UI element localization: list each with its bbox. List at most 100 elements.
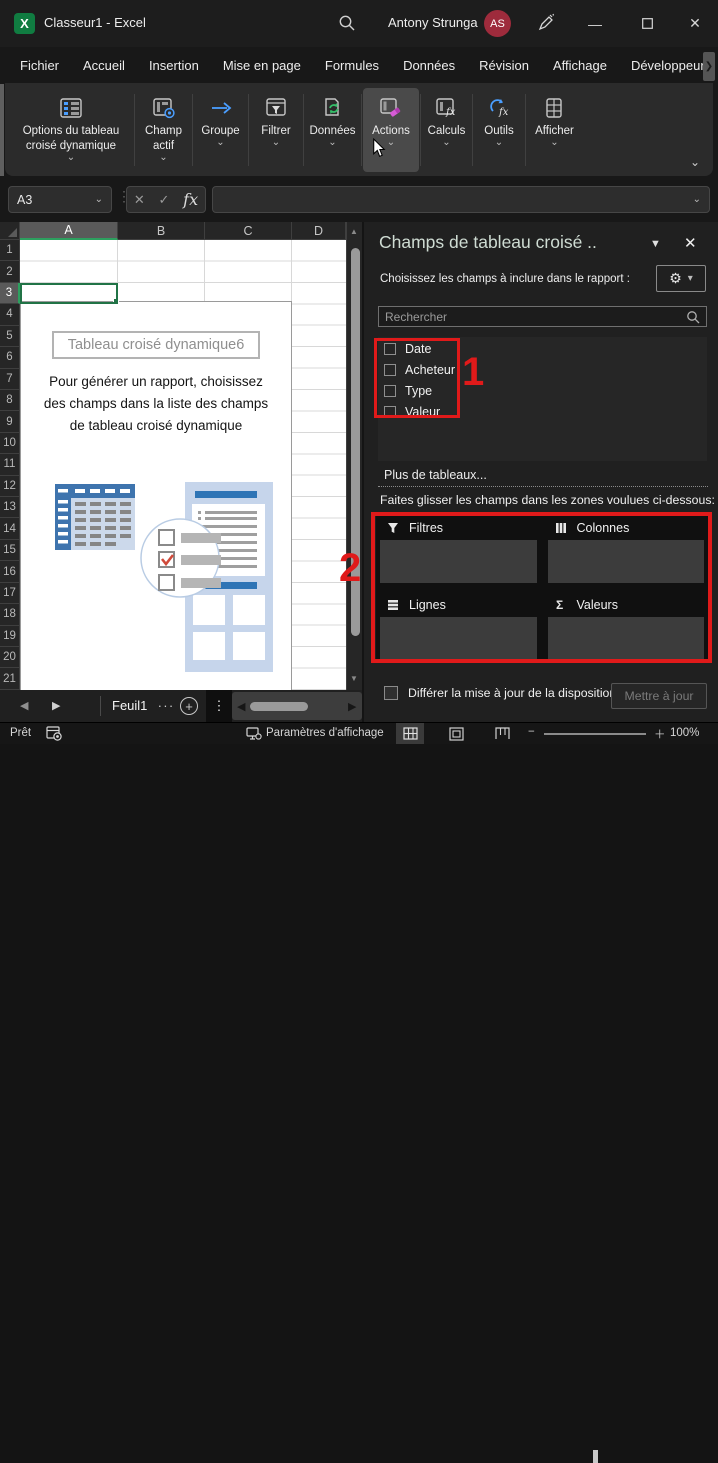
user-name[interactable]: Antony Strunga xyxy=(388,15,478,30)
zoom-slider-track[interactable] xyxy=(544,733,646,735)
column-header-b[interactable]: B xyxy=(118,222,205,240)
row-header-14[interactable]: 14 xyxy=(0,518,20,539)
row-header-5[interactable]: 5 xyxy=(0,326,20,347)
scroll-right-icon[interactable]: ▶ xyxy=(348,700,356,713)
ribbon-group-separator xyxy=(420,94,421,166)
zoom-out-icon[interactable]: − xyxy=(528,726,535,738)
ribbon-tab-fichier[interactable]: Fichier xyxy=(8,52,71,78)
ribbon-group-separator xyxy=(192,94,193,166)
row-header-20[interactable]: 20 xyxy=(0,647,20,668)
row-header-13[interactable]: 13 xyxy=(0,497,20,518)
cancel-icon[interactable]: ✕ xyxy=(134,192,145,208)
row-header-17[interactable]: 17 xyxy=(0,583,20,604)
drag-zones-label: Faites glisser les champs dans les zones… xyxy=(380,493,715,507)
row-header-10[interactable]: 10 xyxy=(0,433,20,454)
row-header-8[interactable]: 8 xyxy=(0,390,20,411)
search-input[interactable]: Rechercher xyxy=(378,306,707,327)
ribbon-tab-mise-en-page[interactable]: Mise en page xyxy=(211,52,313,78)
vertical-scrollbar[interactable]: ▲ ▼ xyxy=(346,222,362,690)
close-button[interactable]: ✕ xyxy=(672,0,718,47)
selected-cell-a3[interactable] xyxy=(20,283,118,305)
ribbon-tab-insertion[interactable]: Insertion xyxy=(137,52,211,78)
horizontal-scrollbar[interactable]: ◀ ▶ xyxy=(232,692,362,720)
ribbon-tab-formules[interactable]: Formules xyxy=(313,52,391,78)
column-header-d[interactable]: D xyxy=(292,222,346,240)
add-sheet-icon[interactable]: + xyxy=(180,697,198,715)
ribbon-tab-revision[interactable]: Révision xyxy=(467,52,541,78)
ribbon-button-actions[interactable]: Actions⌄ xyxy=(363,88,419,172)
row-header-19[interactable]: 19 xyxy=(0,626,20,647)
zoom-slider-handle[interactable] xyxy=(593,1450,598,1463)
ribbon-button-filtrer[interactable]: Filtrer⌄ xyxy=(250,88,302,172)
divider xyxy=(100,696,101,716)
normal-view-icon[interactable] xyxy=(396,723,424,744)
ribbon-tab-developpeur[interactable]: Développeur xyxy=(619,52,717,78)
cell-grid[interactable]: Tableau croisé dynamique6 Pour générer u… xyxy=(20,240,346,690)
kebab-menu-icon[interactable]: ⋮ xyxy=(206,690,232,722)
select-all-corner[interactable] xyxy=(0,222,20,240)
pen-inking-icon[interactable] xyxy=(536,13,556,33)
scroll-up-icon[interactable]: ▲ xyxy=(350,227,360,236)
macro-record-icon[interactable] xyxy=(46,726,62,741)
ribbon-button-options-du-tableau-croise-dynamique[interactable]: Options du tableaucroisé dynamique⌄ xyxy=(9,88,133,172)
column-headers: ABCD xyxy=(20,222,346,240)
ribbon-button-donnees[interactable]: Données⌄ xyxy=(305,88,360,172)
maximize-button[interactable] xyxy=(624,0,670,47)
row-header-12[interactable]: 12 xyxy=(0,476,20,497)
ribbon-tab-accueil[interactable]: Accueil xyxy=(71,52,137,78)
row-header-7[interactable]: 7 xyxy=(0,369,20,390)
insert-function-icon[interactable]: fx xyxy=(183,190,198,209)
page-layout-view-icon[interactable] xyxy=(442,723,470,744)
row-header-15[interactable]: 15 xyxy=(0,540,20,561)
more-tables-link[interactable]: Plus de tableaux... xyxy=(384,468,487,482)
column-header-c[interactable]: C xyxy=(205,222,292,240)
row-header-3[interactable]: 3 xyxy=(0,283,20,304)
tools-gear-button[interactable]: ⚙▾ xyxy=(656,265,706,292)
next-sheet-icon[interactable]: ▶ xyxy=(52,699,60,712)
zoom-in-icon[interactable]: ＋ xyxy=(654,726,666,742)
ribbon-button-outils[interactable]: fxOutils⌄ xyxy=(474,88,524,172)
tab-scroll-chevron[interactable]: ❯ xyxy=(703,52,715,81)
row-header-1[interactable]: 1 xyxy=(0,240,20,261)
minimize-button[interactable]: — xyxy=(572,0,618,47)
page-break-view-icon[interactable] xyxy=(488,723,516,744)
ribbon-button-calculs[interactable]: fxCalculs⌄ xyxy=(422,88,471,172)
avatar[interactable]: AS xyxy=(484,10,511,37)
pane-options-chevron-icon[interactable]: ▼ xyxy=(650,238,661,250)
row-header-16[interactable]: 16 xyxy=(0,561,20,582)
row-header-18[interactable]: 18 xyxy=(0,604,20,625)
update-button[interactable]: Mettre à jour xyxy=(611,683,707,709)
search-icon[interactable] xyxy=(338,14,356,32)
window-title: Classeur1 - Excel xyxy=(44,15,146,30)
horizontal-scrollbar-thumb[interactable] xyxy=(250,702,308,711)
scroll-down-icon[interactable]: ▼ xyxy=(350,674,360,683)
ribbon-tab-donnees[interactable]: Données xyxy=(391,52,467,78)
scroll-left-icon[interactable]: ◀ xyxy=(237,700,245,713)
pivottable-placeholder: Tableau croisé dynamique6 Pour générer u… xyxy=(20,301,292,696)
row-header-4[interactable]: 4 xyxy=(0,304,20,325)
row-header-9[interactable]: 9 xyxy=(0,411,20,432)
ribbon-button-groupe[interactable]: Groupe⌄ xyxy=(194,88,247,172)
enter-icon[interactable]: ✓ xyxy=(159,192,170,208)
row-header-6[interactable]: 6 xyxy=(0,347,20,368)
zoom-level[interactable]: 100% xyxy=(670,727,699,739)
name-box[interactable]: A3 ⌄ xyxy=(8,186,112,213)
ribbon-tab-affichage[interactable]: Affichage xyxy=(541,52,619,78)
expand-formula-bar-icon[interactable]: ⌄ xyxy=(693,196,701,204)
pane-close-icon[interactable]: ✕ xyxy=(684,234,697,252)
ribbon-button-champ-actif[interactable]: Champactif⌄ xyxy=(136,88,191,172)
display-settings-label[interactable]: Paramètres d'affichage xyxy=(266,727,384,739)
prev-sheet-icon[interactable]: ◀ xyxy=(20,699,28,712)
column-header-a[interactable]: A xyxy=(20,222,118,240)
defer-layout-checkbox[interactable] xyxy=(384,686,398,700)
formula-input[interactable]: ⌄ xyxy=(212,186,710,213)
collapse-ribbon-chevron-icon[interactable]: ⌄ xyxy=(690,155,700,169)
ribbon-button-afficher[interactable]: Afficher⌄ xyxy=(527,88,582,172)
row-header-11[interactable]: 11 xyxy=(0,454,20,475)
sheet-tabs-bar: ◀ ▶ Feuil1 ... + ⋮ ◀ ▶ xyxy=(0,690,362,722)
svg-text:fx: fx xyxy=(445,107,456,118)
sheet-tab-ellipsis[interactable]: ... xyxy=(158,695,175,710)
sheet-tab-feuil1[interactable]: Feuil1 xyxy=(112,698,147,713)
row-header-21[interactable]: 21 xyxy=(0,668,20,689)
row-header-2[interactable]: 2 xyxy=(0,261,20,282)
